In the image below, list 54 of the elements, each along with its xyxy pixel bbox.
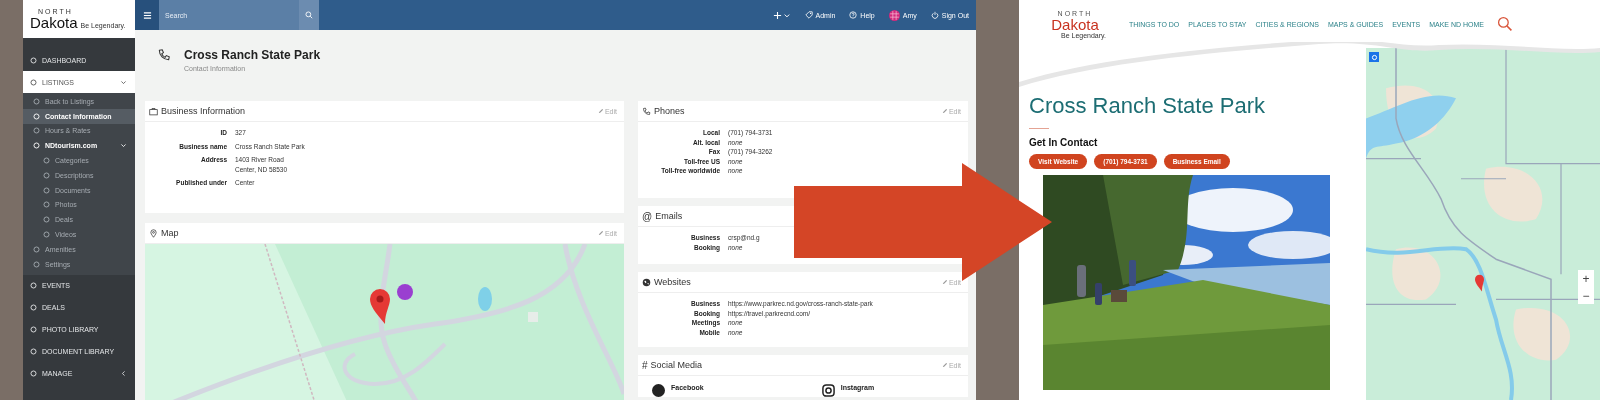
globe-icon [642, 277, 651, 287]
card-title: Emails [655, 211, 684, 221]
phone-icon [642, 106, 651, 116]
dot-icon [30, 56, 37, 64]
section-heading: Get In Contact [1029, 137, 1099, 148]
power-icon [930, 11, 939, 19]
plus-icon [772, 10, 791, 20]
dot-icon [43, 201, 50, 209]
tag-icon [804, 11, 813, 19]
card-symbol: # [642, 359, 648, 371]
dot-icon [30, 326, 37, 334]
dot-icon [43, 186, 50, 194]
dot-icon [30, 370, 37, 378]
avatar-icon [888, 9, 900, 21]
camera-icon [821, 384, 835, 397]
card-title: Business Information [161, 106, 247, 116]
dot-icon [43, 171, 50, 179]
card-title: Phones [654, 106, 686, 116]
phone-icon [157, 48, 171, 62]
card-symbol: @ [642, 210, 653, 222]
dot-icon [30, 78, 37, 86]
dot-icon [33, 142, 40, 150]
pencil-icon [597, 230, 604, 236]
card-title: Map [161, 228, 180, 238]
dot-icon [43, 231, 50, 239]
card-title: Websites [654, 277, 692, 287]
park-title: Cross Ranch State Park [1029, 93, 1266, 119]
pencil-icon [941, 108, 948, 114]
dot-icon [43, 157, 50, 165]
search-button[interactable] [299, 0, 319, 30]
help-icon [849, 11, 858, 19]
circle-icon [652, 384, 665, 397]
pin-icon [149, 228, 158, 238]
dot-icon [33, 127, 40, 135]
dot-icon [33, 245, 40, 253]
pencil-icon [597, 108, 604, 114]
dot-icon [33, 112, 40, 120]
target-icon [1370, 53, 1378, 61]
card-title: Social Media [650, 360, 704, 370]
menu-button[interactable] [135, 0, 159, 30]
pencil-icon [941, 279, 948, 285]
locate-button[interactable] [1369, 52, 1379, 62]
page-title: Cross Ranch State Park [184, 48, 321, 62]
dot-icon [30, 304, 37, 312]
search-icon[interactable] [1497, 16, 1514, 32]
menu-icon [142, 10, 152, 20]
dot-icon [30, 348, 37, 356]
dot-icon [33, 97, 40, 105]
dot-icon [30, 282, 37, 290]
briefcase-icon [149, 106, 158, 116]
search-icon [305, 11, 313, 19]
dot-icon [43, 216, 50, 224]
dot-icon [33, 260, 40, 268]
pencil-icon [941, 362, 948, 368]
